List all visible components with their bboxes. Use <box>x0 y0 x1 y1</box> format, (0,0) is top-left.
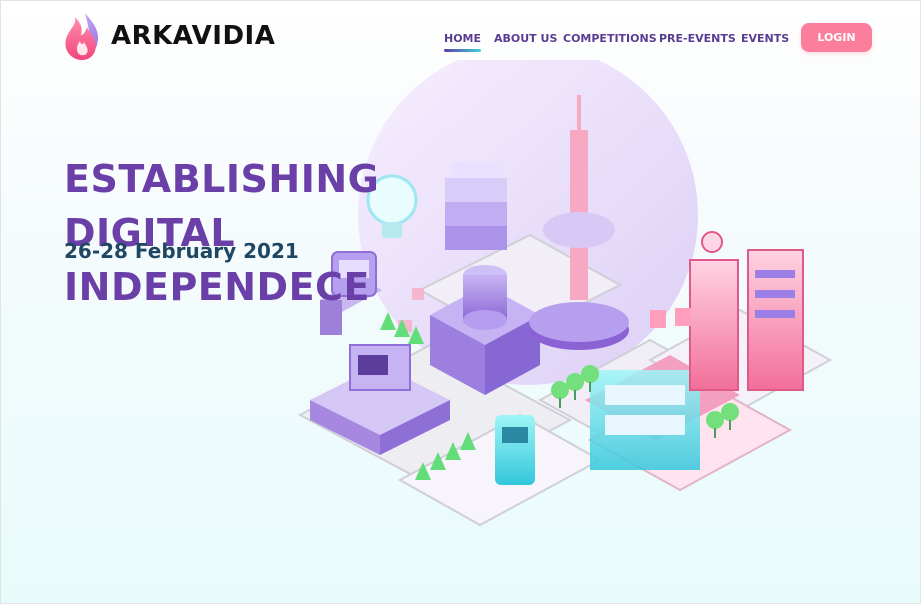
nav-about-us[interactable]: ABOUT US <box>494 32 557 45</box>
hero-title: ESTABLISHING DIGITAL INDEPENDECE <box>64 152 544 314</box>
nav-pre-events[interactable]: PRE-EVENTS <box>659 32 736 45</box>
hero-title-line-2: INDEPENDECE <box>64 265 370 310</box>
brand-logo[interactable]: ARKAVIDIA <box>63 11 275 61</box>
flame-logo-icon <box>65 13 99 60</box>
brand-name: ARKAVIDIA <box>111 21 276 51</box>
event-date: 26-28 February 2021 <box>64 239 299 263</box>
isometric-city-illustration <box>297 60 833 527</box>
nav-home[interactable]: HOME <box>444 32 482 52</box>
login-button[interactable]: LOGIN <box>801 23 872 52</box>
nav-competitions[interactable]: COMPETITIONS <box>563 32 657 45</box>
nav-events[interactable]: EVENTS <box>741 32 789 45</box>
